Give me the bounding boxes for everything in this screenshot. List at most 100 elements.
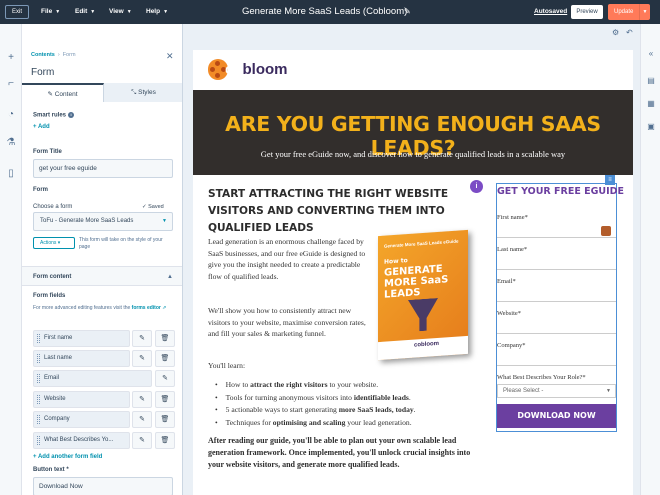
chevron-down-icon[interactable]: ▼ [639,4,650,20]
download-now-button[interactable]: DOWNLOAD NOW [497,404,616,428]
chevron-down-icon: ▼ [162,218,167,224]
first-name-input[interactable] [497,223,616,238]
last-name-input[interactable] [497,255,616,270]
settings-icon[interactable]: ⚙ [612,28,619,37]
form-title-input[interactable]: get your free eguide [33,159,173,178]
bullet-text: . [408,392,411,402]
autosaved-status[interactable]: Autosaved [534,0,567,24]
funnel-icon [408,298,438,332]
form-field-row[interactable]: Company [33,411,130,428]
menu-edit[interactable]: Edit ▼ [75,0,95,24]
form-field-row[interactable]: What Best Describes Yo... [33,432,130,449]
structure-icon[interactable]: ⌐ [4,77,18,91]
form-field-row[interactable]: Website [33,391,130,408]
form-field-row[interactable]: Email [33,370,152,387]
chevron-down-icon: ▼ [606,388,611,394]
bullet-bold: more SaaS leads, today [338,405,414,414]
logo-prefix: co [225,61,243,78]
role-select[interactable]: Please Select - ▼ [497,384,616,398]
drag-handle-icon[interactable] [37,374,40,383]
add-form-field-link[interactable]: + Add another form field [33,454,102,460]
menu-file[interactable]: File ▼ [41,0,60,24]
update-button[interactable]: Update ▼ [608,4,650,20]
email-input[interactable] [497,287,616,302]
info-icon[interactable]: i [470,180,483,193]
comments-icon[interactable]: ▤ [645,75,657,87]
info-icon[interactable]: i [68,112,75,118]
button-text-input[interactable]: Download Now [33,477,173,495]
drag-handle-icon[interactable] [37,395,40,404]
drag-handle-icon[interactable] [37,334,40,343]
drag-handle-icon[interactable] [37,354,40,363]
edit-icon[interactable]: ✎ [132,411,152,428]
field-label-company: Company* [497,342,526,349]
menu-edit-label: Edit [75,8,88,15]
tab-styles[interactable]: ⤡ Styles [104,83,182,102]
calendar-icon[interactable]: ▦ [645,98,657,110]
edit-icon[interactable]: ✎ [132,432,152,449]
delete-icon[interactable]: 🗑 [155,391,175,408]
top-bar: Exit File ▼ Edit ▼ View ▼ Help ▼ Generate Mo… [0,0,660,24]
exit-button[interactable]: Exit [5,5,29,19]
bullet-text: Techniques for [225,417,273,427]
advanced-note: For more advanced editing features visit… [33,305,182,312]
choose-form-label: Choose a form [33,204,73,210]
undo-icon[interactable]: ↶ [626,28,633,37]
list-item: 5 actionable ways to start generating mo… [215,404,416,417]
bullet-text: Tools for turning anonymous visitors int… [225,392,354,402]
preview-button[interactable]: Preview [571,5,603,19]
edit-icon[interactable]: ✎ [132,350,152,367]
field-label: First name [44,335,73,341]
form-content-label: Form content [33,274,72,280]
form-select[interactable]: ToFu - Generate More SaaS Leads ▼ [33,212,173,231]
menu-view[interactable]: View ▼ [109,0,132,24]
field-label-website: Website* [497,310,522,317]
role-select-placeholder: Please Select - [503,388,544,394]
smart-rules-label: Smart rules i [33,112,75,119]
intro-paragraph: Lead generation is an enormous challenge… [208,237,366,281]
chevron-down-icon: ▼ [126,9,132,15]
list-item: Tools for turning anonymous visitors int… [215,392,416,405]
breadcrumb-contents[interactable]: Contents [31,52,55,58]
company-input[interactable] [497,351,616,366]
edit-icon[interactable]: ✎ [132,330,152,347]
form-label: Form [33,187,48,193]
drag-handle-icon[interactable] [37,415,40,424]
bullet-text: . [413,405,416,414]
form-content-section[interactable]: Form content ▲ [22,266,182,286]
panel-title: Form [31,67,55,78]
close-icon[interactable]: ✕ [166,51,174,62]
page-icon[interactable]: ▯ [4,167,18,181]
bullet-text: How to [225,380,251,389]
layers-icon[interactable]: ▣ [645,121,657,133]
collapse-icon[interactable]: « [645,48,657,60]
delete-icon[interactable]: 🗑 [155,350,175,367]
menu-help[interactable]: Help ▼ [146,0,168,24]
pencil-icon[interactable]: ✎ [404,0,411,24]
edit-icon[interactable]: ✎ [132,391,152,408]
form-title: GET YOUR FREE EGUIDE [497,186,625,197]
delete-icon[interactable]: 🗑 [155,432,175,449]
add-icon[interactable]: + [4,51,18,65]
form-field-row[interactable]: Last name [33,350,130,367]
tab-content[interactable]: ✎ Content [22,83,104,102]
delete-icon[interactable]: 🗑 [155,411,175,428]
forms-editor-link[interactable]: forms editor [132,305,161,311]
menu-help-label: Help [146,8,161,15]
delete-icon[interactable]: 🗑 [155,330,175,347]
breadcrumb: Contents › Form [31,52,76,58]
logo-suffix: bloom [242,61,288,78]
autofill-icon[interactable] [601,226,611,236]
edit-icon[interactable]: ✎ [155,370,175,387]
form-field-row[interactable]: First name [33,330,130,347]
external-link-icon[interactable]: ⇗ [162,305,166,311]
optimize-icon[interactable]: ◔ [4,108,18,122]
drag-handle-icon[interactable] [37,436,40,445]
test-icon[interactable]: ⚗ [4,136,18,150]
field-label: Email [44,375,60,381]
add-smart-rule-link[interactable]: + Add [33,124,50,130]
actions-button[interactable]: Actions ▾ [33,237,75,249]
form-fields-label: Form fields [33,293,66,299]
form-editor-panel: Contents › Form ✕ Form ✎ Content ⤡ Styles … [22,24,183,495]
website-input[interactable] [497,319,616,334]
